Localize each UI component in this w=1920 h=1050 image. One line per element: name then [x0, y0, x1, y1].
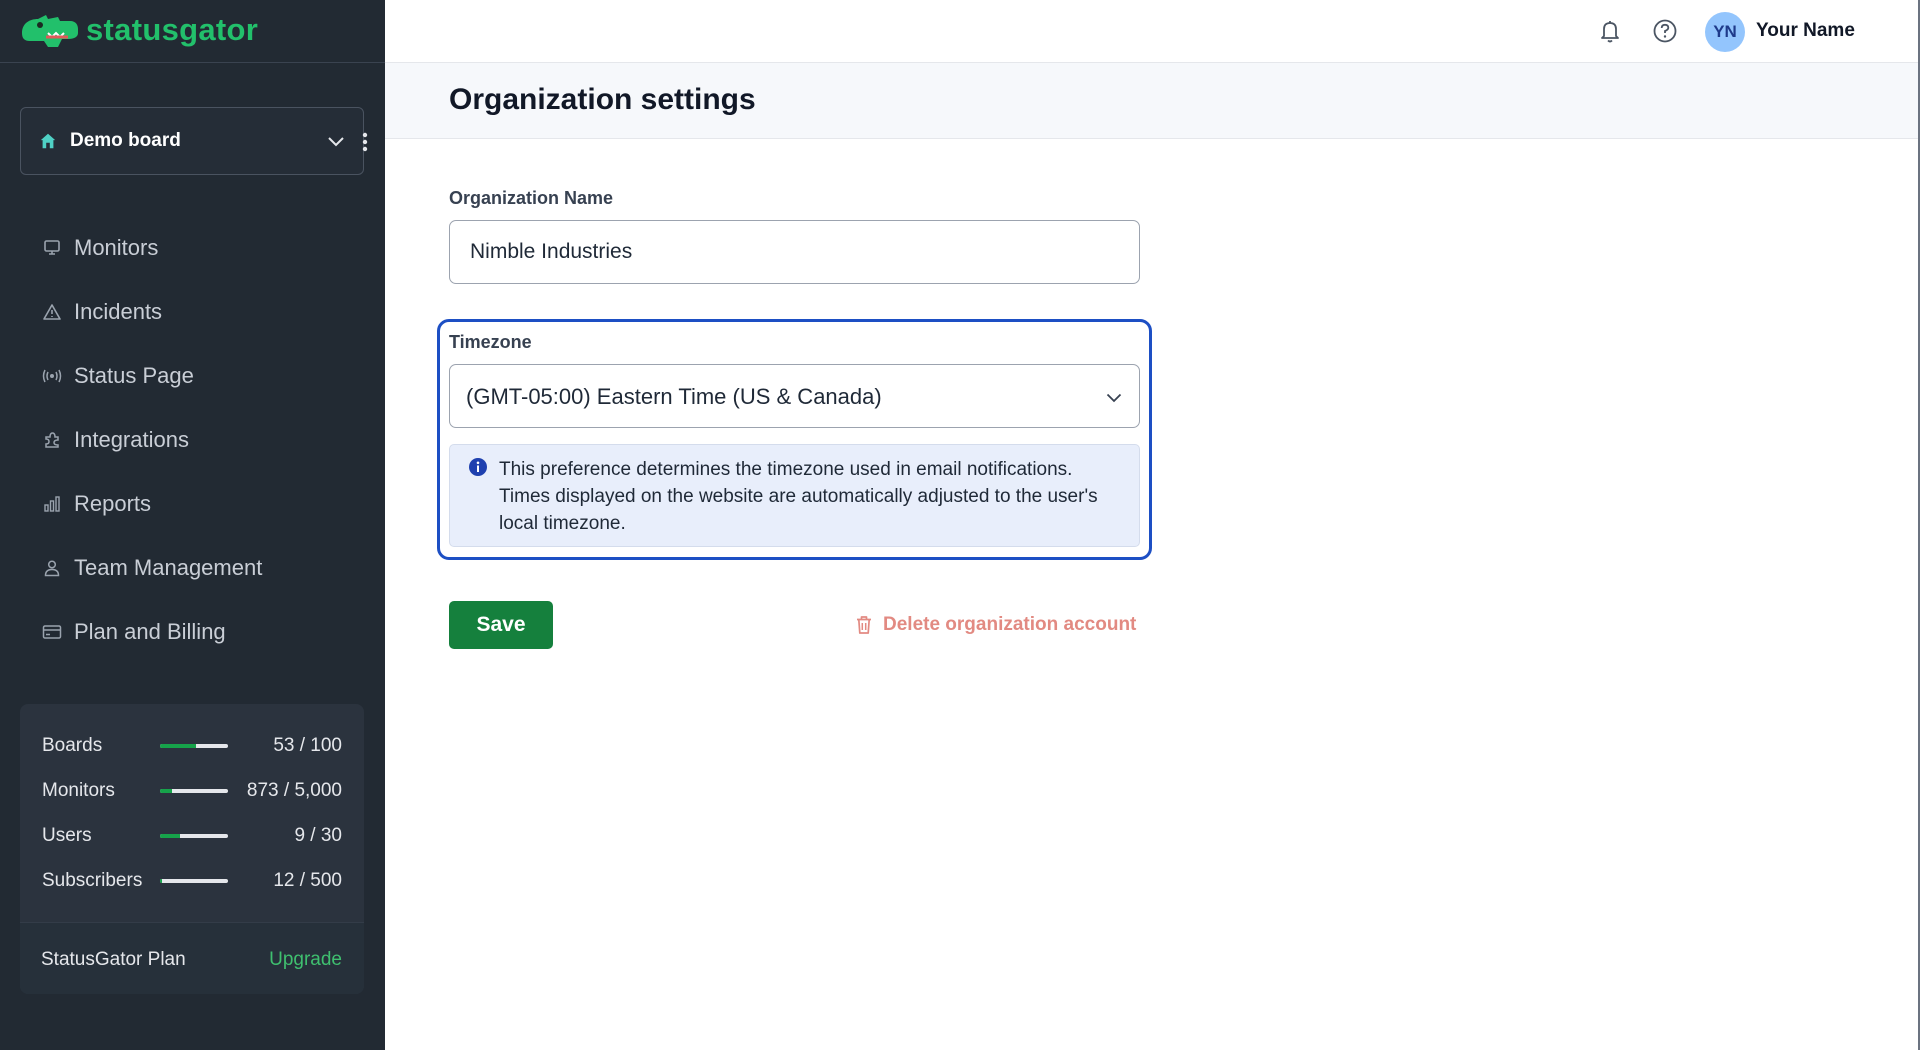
app-window: statusgator Demo board Monitors Incident… [0, 0, 1918, 1050]
sidebar-item-integrations[interactable]: Integrations [20, 408, 364, 472]
timezone-info-box: This preference determines the timezone … [449, 444, 1140, 547]
brand-name: statusgator [86, 12, 259, 47]
usage-progress-bar [160, 789, 228, 793]
warning-triangle-icon [42, 302, 62, 322]
sidebar-item-label: Integrations [74, 427, 189, 452]
usage-panel: Boards 53 / 100 Monitors 873 / 5,000 Use… [20, 704, 364, 994]
help-icon[interactable] [1652, 18, 1678, 49]
sidebar-item-label: Monitors [74, 235, 159, 260]
sidebar-item-label: Plan and Billing [74, 619, 226, 644]
credit-card-icon [42, 622, 62, 642]
usage-progress-bar [160, 834, 228, 838]
usage-value: 9 / 30 [294, 825, 342, 846]
timezone-info-text: This preference determines the timezone … [499, 459, 1098, 534]
usage-progress-fill [160, 879, 162, 883]
usage-progress-bar [160, 744, 228, 748]
monitor-icon [42, 238, 62, 258]
timezone-label: Timezone [449, 332, 532, 352]
delete-organization-label: Delete organization account [883, 614, 1137, 635]
home-icon [39, 132, 57, 155]
sidebar-item-label: Incidents [74, 299, 163, 324]
sidebar-item-incidents[interactable]: Incidents [20, 280, 364, 344]
usage-value: 873 / 5,000 [246, 780, 342, 801]
sidebar-item-reports[interactable]: Reports [20, 472, 364, 536]
delete-organization-link[interactable]: Delete organization account [855, 613, 1136, 637]
board-selector[interactable]: Demo board [20, 107, 368, 175]
sidebar-item-plan-and-billing[interactable]: Plan and Billing [20, 600, 364, 664]
sidebar-item-label: Reports [74, 491, 152, 516]
page-header: Organization settings [385, 63, 1918, 139]
usage-progress-fill [160, 834, 181, 838]
brand-header[interactable]: statusgator [0, 0, 385, 63]
user-icon [42, 558, 62, 578]
usage-progress-fill [160, 789, 172, 793]
plan-footer: StatusGator Plan Upgrade [20, 922, 364, 994]
usage-value: 12 / 500 [273, 870, 342, 891]
sidebar-item-team-management[interactable]: Team Management [20, 536, 364, 600]
more-vertical-icon[interactable] [362, 132, 368, 157]
board-name: Demo board [70, 130, 181, 151]
usage-progress-bar [160, 879, 228, 883]
usage-label: Users [42, 825, 92, 846]
chevron-down-icon [1106, 390, 1122, 408]
plan-name: StatusGator Plan [41, 949, 186, 970]
usage-row-users: Users 9 / 30 [42, 821, 342, 851]
usage-value: 53 / 100 [273, 735, 342, 756]
top-bar: YN Your Name [385, 0, 1918, 63]
sidebar-nav: Monitors Incidents Status Page Integrati… [20, 216, 364, 664]
upgrade-link[interactable]: Upgrade [269, 949, 342, 971]
user-name[interactable]: Your Name [1756, 20, 1855, 42]
save-button[interactable]: Save [449, 601, 553, 649]
bell-icon[interactable] [1598, 18, 1622, 49]
trash-icon [855, 615, 873, 635]
sidebar-item-label: Team Management [74, 555, 263, 580]
broadcast-icon [42, 366, 62, 386]
org-name-label: Organization Name [449, 188, 614, 208]
usage-row-boards: Boards 53 / 100 [42, 731, 342, 761]
usage-label: Subscribers [42, 870, 143, 891]
usage-row-monitors: Monitors 873 / 5,000 [42, 776, 342, 806]
puzzle-icon [42, 430, 62, 450]
gator-logo-icon [18, 11, 80, 56]
bar-chart-icon [42, 494, 62, 514]
sidebar: statusgator Demo board Monitors Incident… [0, 0, 385, 1050]
avatar[interactable]: YN [1705, 12, 1745, 52]
usage-label: Boards [42, 735, 103, 756]
sidebar-item-monitors[interactable]: Monitors [20, 216, 364, 280]
sidebar-item-label: Status Page [74, 363, 194, 388]
usage-row-subscribers: Subscribers 12 / 500 [42, 866, 342, 896]
usage-label: Monitors [42, 780, 115, 801]
usage-progress-fill [160, 744, 197, 748]
sidebar-item-status-page[interactable]: Status Page [20, 344, 364, 408]
page-title: Organization settings [449, 83, 756, 116]
chevron-down-icon[interactable] [327, 135, 345, 153]
org-name-input[interactable]: Nimble Industries [449, 220, 1140, 284]
timezone-select[interactable]: (GMT-05:00) Eastern Time (US & Canada) [449, 364, 1140, 428]
timezone-selected-value: (GMT-05:00) Eastern Time (US & Canada) [466, 384, 882, 409]
info-icon [468, 457, 488, 482]
